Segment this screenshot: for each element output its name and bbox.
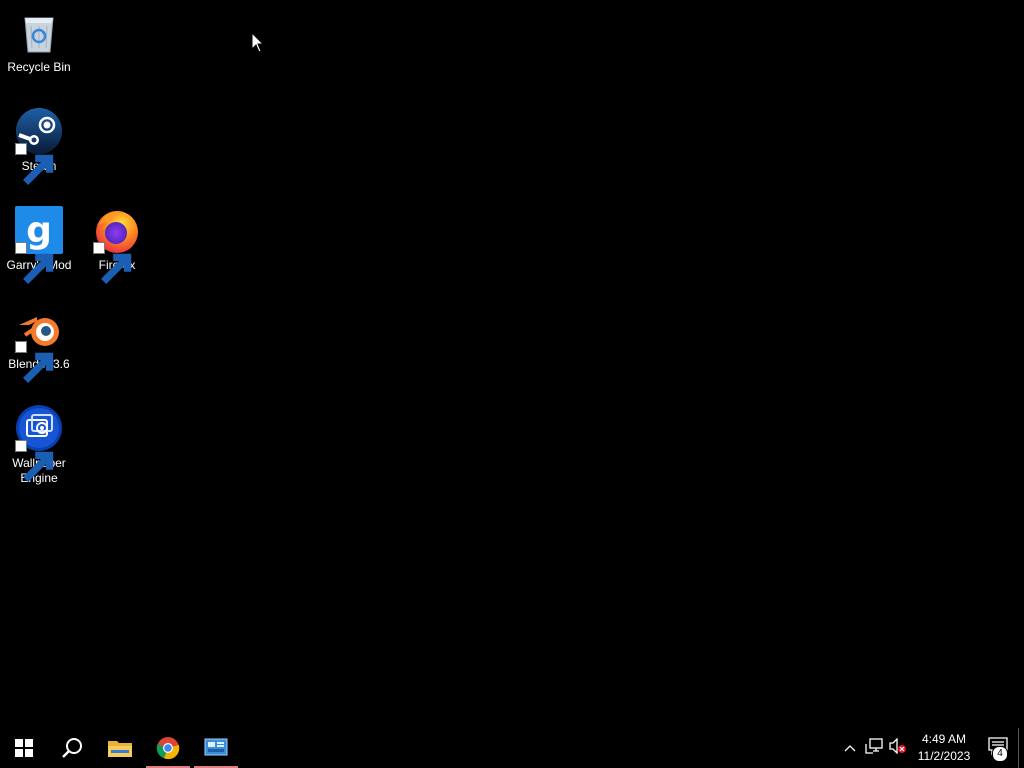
desktop[interactable]: Recycle Bin Steam g Garry's Mod Firefox … [0, 0, 1024, 728]
desktop-icon-wallpaper-engine[interactable]: Wallpaper Engine [1, 404, 77, 486]
firefox-icon [93, 206, 141, 284]
desktop-icon-steam[interactable]: Steam [1, 107, 77, 185]
windows-start-icon [15, 739, 33, 757]
taskbar-file-explorer[interactable] [96, 728, 144, 768]
shortcut-arrow-icon [15, 341, 54, 383]
volume-button[interactable] [886, 728, 910, 768]
mouse-cursor-icon [251, 31, 265, 54]
clock[interactable]: 4:49 AM 11/2/2023 [910, 728, 978, 768]
taskbar-chrome[interactable] [144, 728, 192, 768]
volume-muted-icon [889, 736, 907, 759]
garrys-mod-icon: g [15, 206, 63, 284]
show-hidden-icons-button[interactable] [838, 728, 862, 768]
chevron-up-icon [844, 739, 856, 757]
steam-icon [15, 107, 63, 185]
desktop-icon-blender[interactable]: Blender 3.6 [1, 305, 77, 383]
shortcut-arrow-icon [15, 440, 54, 482]
show-desktop-button[interactable] [1018, 728, 1024, 768]
shortcut-arrow-icon [15, 143, 54, 185]
search-icon [61, 737, 83, 759]
network-icon [865, 737, 883, 759]
shortcut-arrow-icon [93, 242, 132, 284]
blender-icon [15, 305, 63, 383]
system-tray: 4:49 AM 11/2/2023 4 [838, 728, 1024, 768]
desktop-icon-firefox[interactable]: Firefox [79, 206, 155, 284]
file-explorer-icon [108, 738, 132, 758]
desktop-icon-garrys-mod[interactable]: g Garry's Mod [1, 206, 77, 284]
taskbar: 4:49 AM 11/2/2023 4 [0, 728, 1024, 768]
chrome-icon [156, 736, 180, 760]
desktop-icon-recycle-bin[interactable]: Recycle Bin [1, 8, 77, 75]
recycle-bin-icon [15, 8, 63, 56]
notification-count-badge: 4 [992, 746, 1008, 762]
control-panel-icon [204, 738, 228, 758]
taskbar-control-panel[interactable] [192, 728, 240, 768]
network-button[interactable] [862, 728, 886, 768]
action-center-button[interactable]: 4 [978, 728, 1018, 768]
desktop-icon-label: Recycle Bin [7, 60, 71, 74]
clock-time: 4:49 AM [921, 732, 967, 746]
shortcut-arrow-icon [15, 242, 54, 284]
search-button[interactable] [48, 728, 96, 768]
start-button[interactable] [0, 728, 48, 768]
wallpaper-engine-icon [15, 404, 63, 482]
clock-date: 11/2/2023 [917, 749, 971, 763]
